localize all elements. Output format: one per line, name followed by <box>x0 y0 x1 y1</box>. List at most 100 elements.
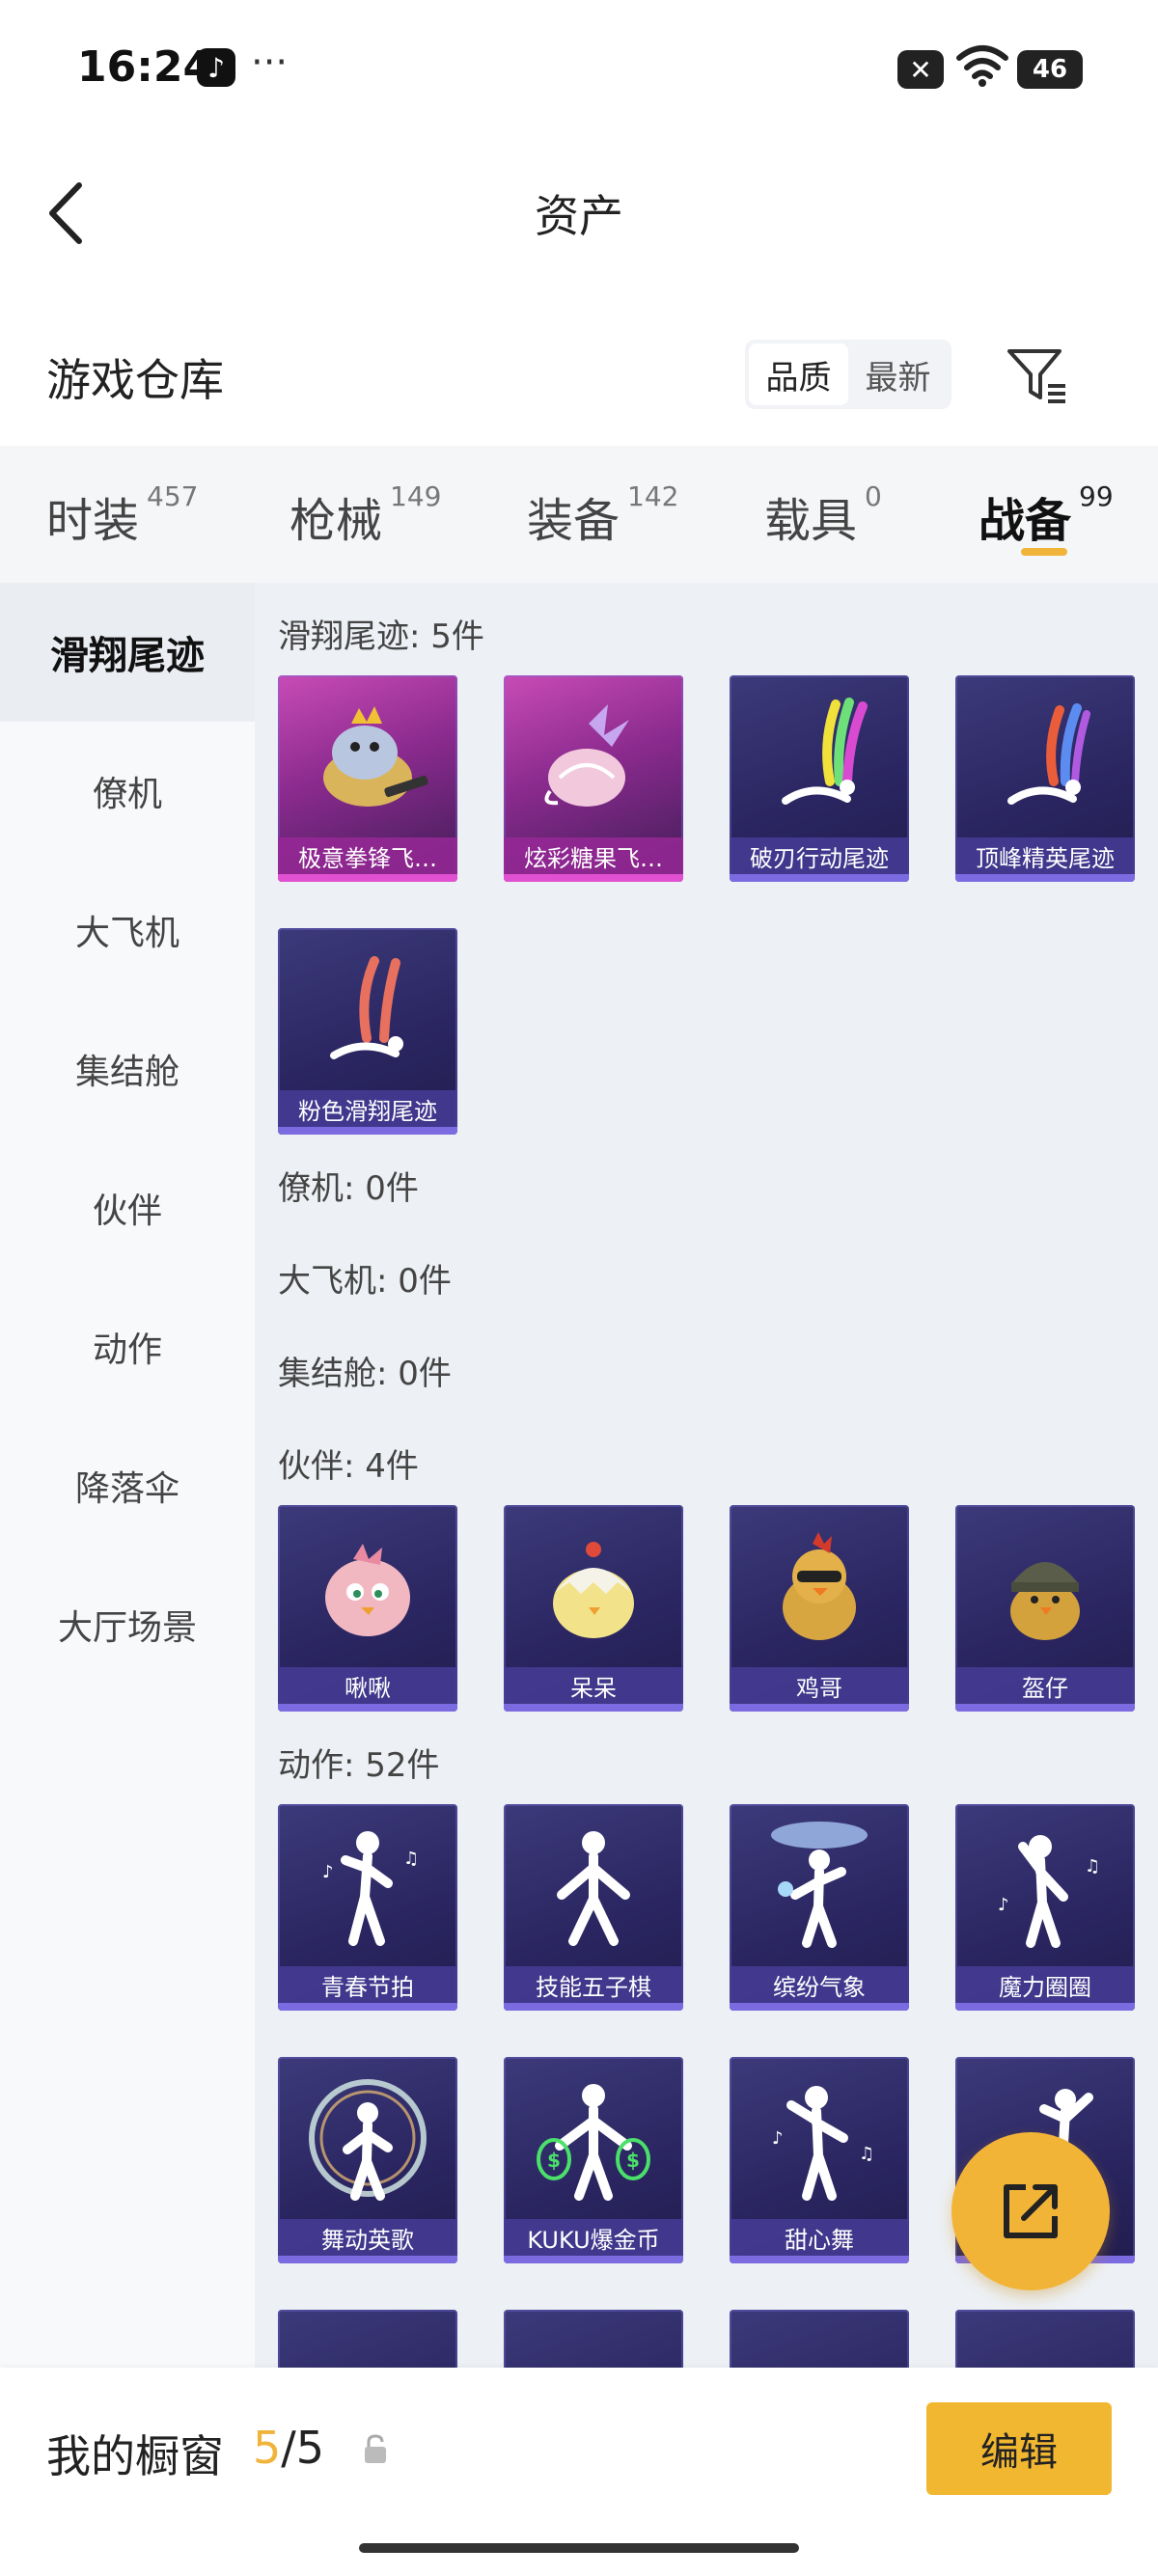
more-dots-icon: ··· <box>251 41 289 85</box>
lock-icon <box>365 2434 386 2463</box>
svg-text:♪: ♪ <box>998 1895 1009 1915</box>
warehouse-row: 游戏仓库 品质 最新 <box>0 328 1158 425</box>
item-card[interactable]: $ $ KUKU爆金币 <box>504 2057 683 2263</box>
share-float-button[interactable] <box>951 2132 1110 2290</box>
svg-text:♫: ♫ <box>403 1849 419 1869</box>
item-card[interactable]: 炫彩糖果飞… <box>504 675 683 882</box>
tab-combat-gear[interactable]: 战备 99 <box>979 480 1114 550</box>
item-card[interactable]: 粉色滑翔尾迹 <box>278 928 457 1135</box>
page-header: 资产 <box>0 154 1158 270</box>
item-card[interactable] <box>278 2310 457 2368</box>
item-label: 炫彩糖果飞… <box>504 837 683 874</box>
item-art-bird-pink <box>278 1505 457 1669</box>
item-label: 舞动英歌 <box>278 2219 457 2256</box>
sidebar-item-pod[interactable]: 集结舱 <box>0 1000 255 1138</box>
tab-fashion[interactable]: 时装 457 <box>46 480 198 550</box>
active-tab-indicator <box>1021 548 1067 556</box>
tiktok-icon: ♪ <box>197 48 235 87</box>
item-card[interactable]: 缤纷气象 <box>730 1804 909 2011</box>
category-tabs: 时装 457 枪械 149 装备 142 载具 0 战备 99 <box>0 446 1158 583</box>
item-label: 盔仔 <box>955 1667 1135 1704</box>
sidebar-item-glide-trail[interactable]: 滑翔尾迹 <box>0 583 255 722</box>
sort-newest-button[interactable]: 最新 <box>848 343 948 405</box>
svg-text:$: $ <box>626 2149 640 2172</box>
section-title-pod: 集结舱: 0件 <box>278 1355 452 1393</box>
item-card[interactable]: 技能五子棋 <box>504 1804 683 2011</box>
sort-quality-button[interactable]: 品质 <box>749 343 848 405</box>
sidebar-item-partner[interactable]: 伙伴 <box>0 1138 255 1277</box>
external-link-icon <box>1004 2184 1058 2238</box>
svg-text:♪: ♪ <box>322 1862 334 1882</box>
item-art-emote-circle: ♪ ♫ <box>955 1804 1135 1968</box>
sidebar-item-emote[interactable]: 动作 <box>0 1277 255 1416</box>
item-art-candy <box>504 675 683 839</box>
item-card[interactable] <box>730 2310 909 2368</box>
item-art-smoke-elite <box>955 675 1135 839</box>
sidebar: 滑翔尾迹 僚机 大飞机 集结舱 伙伴 动作 降落伞 大厅场景 <box>0 583 255 2368</box>
showcase-count: 5/5 <box>253 2422 325 2474</box>
item-label: 青春节拍 <box>278 1966 457 2003</box>
item-art-chicken-sunglasses <box>730 1505 909 1669</box>
item-card[interactable]: ♪ ♫ 甜心舞 <box>730 2057 909 2263</box>
item-card[interactable]: 鸡哥 <box>730 1505 909 1712</box>
svg-text:$: $ <box>547 2149 561 2172</box>
item-label: 魔力圈圈 <box>955 1966 1135 2003</box>
item-art-emote-dancer: ♪ ♫ <box>278 1804 457 1968</box>
item-art-smoke-rainbow <box>730 675 909 839</box>
item-art-smoke-pink <box>278 928 457 1092</box>
item-label: 缤纷气象 <box>730 1966 909 2003</box>
item-label: 甜心舞 <box>730 2219 909 2256</box>
item-label: 顶峰精英尾迹 <box>955 837 1135 874</box>
sort-toggle: 品质 最新 <box>745 340 951 409</box>
section-title-partner: 伙伴: 4件 <box>278 1447 419 1486</box>
item-art-chick-egg <box>504 1505 683 1669</box>
item-label: 啾啾 <box>278 1667 457 1704</box>
item-art-emote-weather <box>730 1804 909 1968</box>
item-card[interactable]: ♪ ♫ 魔力圈圈 <box>955 1804 1135 2011</box>
item-card[interactable] <box>955 2310 1135 2368</box>
svg-text:♫: ♫ <box>1085 1856 1100 1877</box>
item-art-emote-sweet: ♪ ♫ <box>730 2057 909 2221</box>
item-label: 破刃行动尾迹 <box>730 837 909 874</box>
battery-indicator: 46 <box>1017 50 1083 89</box>
item-card[interactable]: ♪ ♫ 青春节拍 <box>278 1804 457 2011</box>
item-card[interactable]: 舞动英歌 <box>278 2057 457 2263</box>
tab-vehicles[interactable]: 载具 0 <box>764 480 882 550</box>
item-card[interactable]: 破刃行动尾迹 <box>730 675 909 882</box>
svg-text:♫: ♫ <box>859 2144 874 2164</box>
item-label: KUKU爆金币 <box>504 2219 683 2256</box>
item-art-emote-bubble <box>278 2057 457 2221</box>
svg-text:♪: ♪ <box>772 2128 784 2149</box>
section-title-glide: 滑翔尾迹: 5件 <box>278 617 484 656</box>
item-label: 粉色滑翔尾迹 <box>278 1090 457 1127</box>
warehouse-title: 游戏仓库 <box>46 354 224 406</box>
item-card[interactable]: 极意拳锋飞… <box>278 675 457 882</box>
item-art-boxer <box>278 675 457 839</box>
item-art-emote-money: $ $ <box>504 2057 683 2221</box>
item-art-chicken-helmet <box>955 1505 1135 1669</box>
item-card[interactable]: 呆呆 <box>504 1505 683 1712</box>
sidebar-item-plane[interactable]: 大飞机 <box>0 861 255 1000</box>
section-title-emote: 动作: 52件 <box>278 1746 440 1785</box>
notification-x-icon: ✕ <box>897 50 944 89</box>
edit-button[interactable]: 编辑 <box>926 2402 1112 2495</box>
item-card[interactable]: 顶峰精英尾迹 <box>955 675 1135 882</box>
item-card[interactable]: 盔仔 <box>955 1505 1135 1712</box>
tab-guns[interactable]: 枪械 149 <box>290 480 441 550</box>
item-card[interactable]: 啾啾 <box>278 1505 457 1712</box>
page-title: 资产 <box>535 190 623 242</box>
item-label: 呆呆 <box>504 1667 683 1704</box>
sidebar-item-lobby-scene[interactable]: 大厅场景 <box>0 1555 255 1694</box>
tab-equipment[interactable]: 装备 142 <box>527 480 678 550</box>
item-art-emote-pose <box>504 1804 683 1968</box>
status-time: 16:24 <box>77 42 213 92</box>
section-title-plane: 大飞机: 0件 <box>278 1262 452 1301</box>
item-label: 鸡哥 <box>730 1667 909 1704</box>
item-list: 滑翔尾迹: 5件 极意拳锋飞… 炫彩糖果飞… 破刃行动尾迹 顶峰精英尾迹 粉色滑… <box>255 583 1158 2368</box>
sidebar-item-parachute[interactable]: 降落伞 <box>0 1416 255 1555</box>
filter-icon[interactable] <box>1004 342 1071 409</box>
sidebar-item-wingman[interactable]: 僚机 <box>0 722 255 861</box>
home-indicator <box>359 2543 799 2553</box>
showcase-label: 我的橱窗 <box>46 2430 224 2482</box>
item-card[interactable] <box>504 2310 683 2368</box>
